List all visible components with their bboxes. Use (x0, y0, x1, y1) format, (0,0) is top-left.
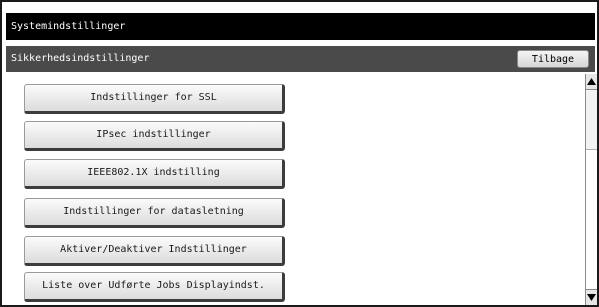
scroll-thumb[interactable] (586, 90, 597, 150)
section-title: Sikkerhedsindstillinger (11, 53, 150, 64)
scroll-up-button[interactable] (586, 74, 597, 90)
settings-screen: Systemindstillinger Sikkerhedsindstillin… (0, 0, 599, 307)
data-erase-settings-button[interactable]: Indstillinger for datasletning (24, 198, 285, 228)
vertical-scrollbar[interactable] (585, 74, 597, 305)
menu-list: Indstillinger for SSL IPsec indstillinge… (6, 74, 595, 304)
triangle-down-icon (587, 294, 596, 301)
window-title: Systemindstillinger (11, 21, 126, 32)
ipsec-settings-button[interactable]: IPsec indstillinger (24, 121, 285, 151)
scroll-down-button[interactable] (586, 289, 597, 305)
enable-disable-settings-button[interactable]: Aktiver/Deaktiver Indstillinger (24, 236, 285, 266)
window-title-bar: Systemindstillinger (6, 13, 595, 40)
job-log-display-settings-button[interactable]: Liste over Udførte Jobs Displayindst. (24, 272, 285, 302)
triangle-up-icon (587, 78, 596, 85)
ieee8021x-settings-button[interactable]: IEEE802.1X indstilling (24, 159, 285, 189)
section-header: Sikkerhedsindstillinger Tilbage (6, 46, 595, 72)
back-button[interactable]: Tilbage (517, 50, 589, 68)
ssl-settings-button[interactable]: Indstillinger for SSL (24, 84, 285, 114)
